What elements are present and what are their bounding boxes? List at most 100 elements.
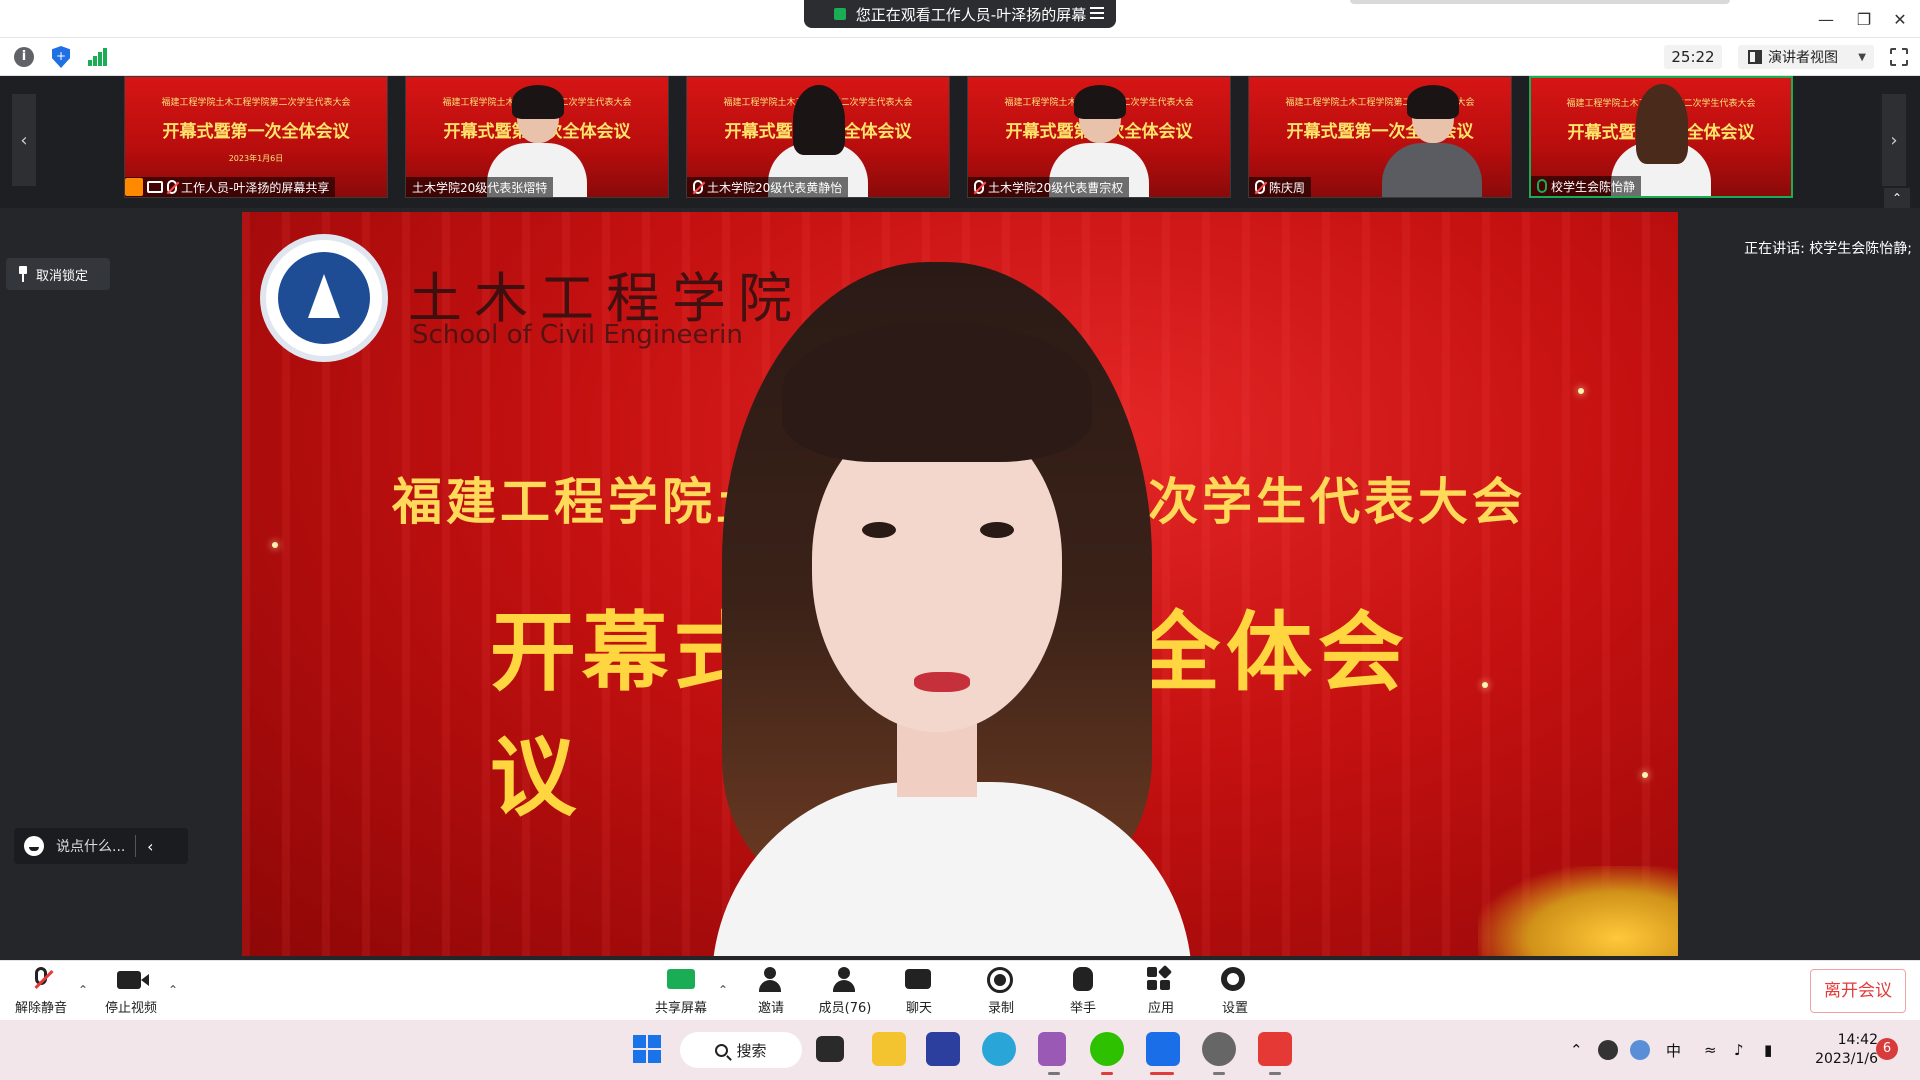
banner-menu-icon[interactable] <box>1090 7 1104 19</box>
record-button[interactable]: 录制 <box>966 967 1036 1017</box>
participant-thumbnail-strip: ‹ 福建工程学院土木工程学院第二次学生代表大会 开幕式暨第一次全体会议 2023… <box>0 76 1920 208</box>
share-screen-button[interactable]: 共享屏幕 <box>646 967 716 1017</box>
wifi-icon[interactable]: ≈ <box>1704 1020 1717 1080</box>
title-drag-handle[interactable] <box>1350 0 1730 4</box>
snipping-tool-icon[interactable] <box>1038 1032 1066 1066</box>
gold-coins-decoration <box>1478 866 1678 956</box>
network-signal-icon[interactable] <box>88 48 108 66</box>
record-label: 录制 <box>987 1001 1014 1016</box>
running-indicator <box>1269 1072 1281 1075</box>
strip-next-button[interactable]: › <box>1882 94 1906 186</box>
main-stage: 土木工程学院 School of Civil Engineerin 福建工程学院… <box>0 208 1920 960</box>
view-mode-label: 演讲者视图 <box>1768 50 1838 66</box>
taskbar-search[interactable]: 搜索 <box>680 1032 802 1068</box>
thumbnail-screen-share[interactable]: 福建工程学院土木工程学院第二次学生代表大会 开幕式暨第一次全体会议 2023年1… <box>124 76 388 198</box>
running-indicator <box>1101 1072 1113 1075</box>
qq-tray-icon[interactable] <box>1598 1040 1618 1060</box>
thumbnail-label: 土木学院20级代表曹宗权 <box>968 177 1130 197</box>
chat-button[interactable]: 聊天 <box>884 967 954 1017</box>
fullscreen-icon[interactable] <box>1889 47 1909 67</box>
thumbnail-participant[interactable]: 福建工程学院土木工程学院第二次学生代表大会 开幕式暨第一次全体会议 土木学院20… <box>405 76 669 198</box>
tencent-meeting-icon[interactable] <box>1146 1032 1180 1066</box>
task-view-icon[interactable] <box>816 1036 844 1062</box>
thumbnail-label: 工作人员-叶泽扬的屏幕共享 <box>125 177 336 197</box>
quick-chat-input[interactable]: 说点什么... ‹ <box>14 828 188 864</box>
apps-icon <box>1147 964 1173 991</box>
thumbnail-participant[interactable]: 福建工程学院土木工程学院第二次学生代表大会 开幕式暨第一次全体会议 土木学院20… <box>686 76 950 198</box>
add-user-icon <box>757 967 783 993</box>
invite-button[interactable]: 邀请 <box>736 967 806 1017</box>
edge-browser-icon[interactable] <box>982 1032 1016 1066</box>
wps-office-icon[interactable] <box>1258 1032 1292 1066</box>
speaker-view-icon <box>1748 50 1762 64</box>
participant-name: 工作人员-叶泽扬的屏幕共享 <box>181 180 330 195</box>
mic-active-icon <box>1537 179 1547 193</box>
mic-off-icon <box>35 967 47 985</box>
wechat-icon[interactable] <box>1090 1032 1124 1066</box>
thumb-slide-date: 2023年1月6日 <box>228 154 284 163</box>
battery-icon[interactable]: ▮ <box>1764 1020 1772 1080</box>
gear-icon <box>1221 967 1245 991</box>
sync-tray-icon[interactable] <box>1630 1040 1650 1060</box>
security-shield-icon[interactable]: + <box>52 46 70 68</box>
raise-hand-label: 举手 <box>1069 1001 1096 1016</box>
settings-button[interactable]: 设置 <box>1200 967 1270 1017</box>
chat-icon <box>905 969 931 989</box>
raise-hand-button[interactable]: 举手 <box>1048 967 1118 1017</box>
thumbnail-label: 校学生会陈怡静 <box>1531 176 1642 196</box>
firework-sparkle <box>1482 682 1488 688</box>
close-button[interactable]: ✕ <box>1878 0 1920 38</box>
thumbnail-participant[interactable]: 福建工程学院土木工程学院第二次学生代表大会 开幕式暨第一次全体会议 土木学院20… <box>967 76 1231 198</box>
share-screen-icon <box>667 969 695 989</box>
audio-options-chevron-icon[interactable]: ⌃ <box>78 983 90 997</box>
thumbnail-participant[interactable]: 福建工程学院土木工程学院第二次学生代表大会 开幕式暨第一次全体会议 陈庆周 <box>1248 76 1512 198</box>
file-explorer-icon[interactable] <box>872 1032 906 1066</box>
school-logo <box>260 234 388 362</box>
participant-name: 土木学院20级代表张熠特 <box>412 180 548 195</box>
camera-icon <box>117 971 149 989</box>
notification-badge[interactable]: 6 <box>1876 1038 1898 1060</box>
participant-name: 土木学院20级代表黄静怡 <box>707 180 843 195</box>
speaker-person <box>652 262 1272 956</box>
running-indicator <box>1213 1072 1225 1075</box>
participants-label: 成员(76) <box>818 1001 872 1016</box>
media-player-icon[interactable] <box>1202 1032 1236 1066</box>
unpin-button[interactable]: 取消锁定 <box>6 258 110 290</box>
thumb-slide-title: 福建工程学院土木工程学院第二次学生代表大会 <box>161 98 351 108</box>
video-options-chevron-icon[interactable]: ⌃ <box>168 983 180 997</box>
apps-label: 应用 <box>1147 1001 1174 1016</box>
whiteboard-app-icon[interactable] <box>926 1032 960 1066</box>
screen-share-icon <box>147 181 163 193</box>
participant-video <box>1377 85 1487 197</box>
clock-date: 2023/1/6 <box>1815 1051 1878 1067</box>
participants-button[interactable]: 成员(76) <box>810 967 880 1017</box>
chevron-down-icon: ▼ <box>1858 51 1866 63</box>
collapse-strip-button[interactable]: ⌃ <box>1884 188 1910 208</box>
clock-time: 14:42 <box>1837 1032 1878 1048</box>
tray-overflow-chevron-icon[interactable]: ⌃ <box>1570 1020 1583 1080</box>
view-mode-dropdown[interactable]: 演讲者视图 ▼ <box>1738 45 1874 69</box>
emoji-icon[interactable] <box>24 836 44 856</box>
sharing-banner[interactable]: 您正在观看工作人员-叶泽扬的屏幕 <box>804 0 1116 28</box>
firework-sparkle <box>272 542 278 548</box>
active-speaker-video[interactable]: 土木工程学院 School of Civil Engineerin 福建工程学院… <box>242 212 1678 956</box>
volume-icon[interactable]: ♪ <box>1734 1020 1744 1080</box>
search-icon <box>715 1043 729 1057</box>
info-icon[interactable]: i <box>14 47 34 67</box>
unmute-button[interactable]: 解除静音 <box>6 967 76 1017</box>
start-button[interactable] <box>630 1032 664 1066</box>
meeting-timer: 25:22 <box>1664 45 1722 69</box>
share-options-chevron-icon[interactable]: ⌃ <box>718 983 730 997</box>
apps-button[interactable]: 应用 <box>1126 964 1196 1017</box>
thumbnail-active-speaker[interactable]: 福建工程学院土木工程学院第二次学生代表大会 开幕式暨第一次全体会议 校学生会陈怡… <box>1529 76 1793 198</box>
strip-prev-button[interactable]: ‹ <box>12 94 36 186</box>
stop-video-button[interactable]: 停止视频 <box>96 967 166 1017</box>
host-user-icon <box>125 178 143 196</box>
ime-indicator[interactable]: 中 <box>1666 1020 1681 1080</box>
taskbar-clock[interactable]: 14:42 2023/1/6 <box>1798 1031 1878 1069</box>
active-indicator <box>1150 1072 1174 1075</box>
chevron-left-icon[interactable]: ‹ <box>136 837 164 856</box>
thumb-slide-main: 开幕式暨第一次全体会议 <box>162 122 350 142</box>
record-icon <box>987 967 1013 993</box>
leave-meeting-button[interactable]: 离开会议 <box>1810 969 1906 1013</box>
